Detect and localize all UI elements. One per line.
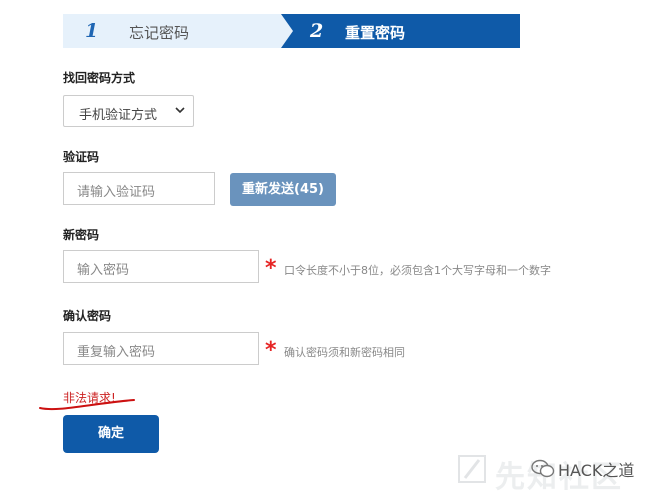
required-mark: *	[265, 256, 277, 281]
chevron-down-icon	[175, 107, 185, 114]
method-label: 找回密码方式	[63, 71, 136, 85]
step-1-number: 1	[85, 20, 99, 42]
resend-button[interactable]: 重新发送(45)	[230, 173, 336, 206]
step-2-number: 2	[310, 20, 324, 42]
watermark-logo-icon	[458, 455, 486, 483]
new-password-label: 新密码	[63, 228, 100, 242]
confirm-password-placeholder: 重复输入密码	[77, 345, 156, 360]
code-label: 验证码	[63, 150, 100, 164]
watermark-account: HACK之道	[558, 461, 635, 480]
required-mark: *	[265, 338, 277, 363]
step-2-label: 重置密码	[345, 24, 406, 42]
progress-steps: 1 忘记密码 2 重置密码	[63, 14, 520, 48]
confirm-password-hint: 确认密码须和新密码相同	[284, 346, 405, 359]
method-select[interactable]: 手机验证方式	[63, 95, 194, 127]
wechat-icon	[531, 459, 555, 478]
confirm-password-input[interactable]: 重复输入密码	[63, 332, 259, 365]
reset-password-page: 1 忘记密码 2 重置密码 找回密码方式 手机验证方式 验证码 请输入验证码 重…	[0, 0, 655, 497]
new-password-input[interactable]: 输入密码	[63, 250, 259, 283]
new-password-hint: 口令长度不小于8位，必须包含1个大写字母和一个数字	[284, 264, 551, 277]
red-underline-annotation	[39, 399, 135, 411]
confirm-password-label: 确认密码	[63, 309, 112, 323]
confirm-button[interactable]: 确定	[63, 415, 159, 453]
step-1-label: 忘记密码	[129, 24, 190, 42]
method-selected-value: 手机验证方式	[79, 108, 158, 123]
code-input[interactable]: 请输入验证码	[63, 172, 215, 205]
code-placeholder: 请输入验证码	[77, 185, 156, 200]
new-password-placeholder: 输入密码	[77, 263, 130, 278]
